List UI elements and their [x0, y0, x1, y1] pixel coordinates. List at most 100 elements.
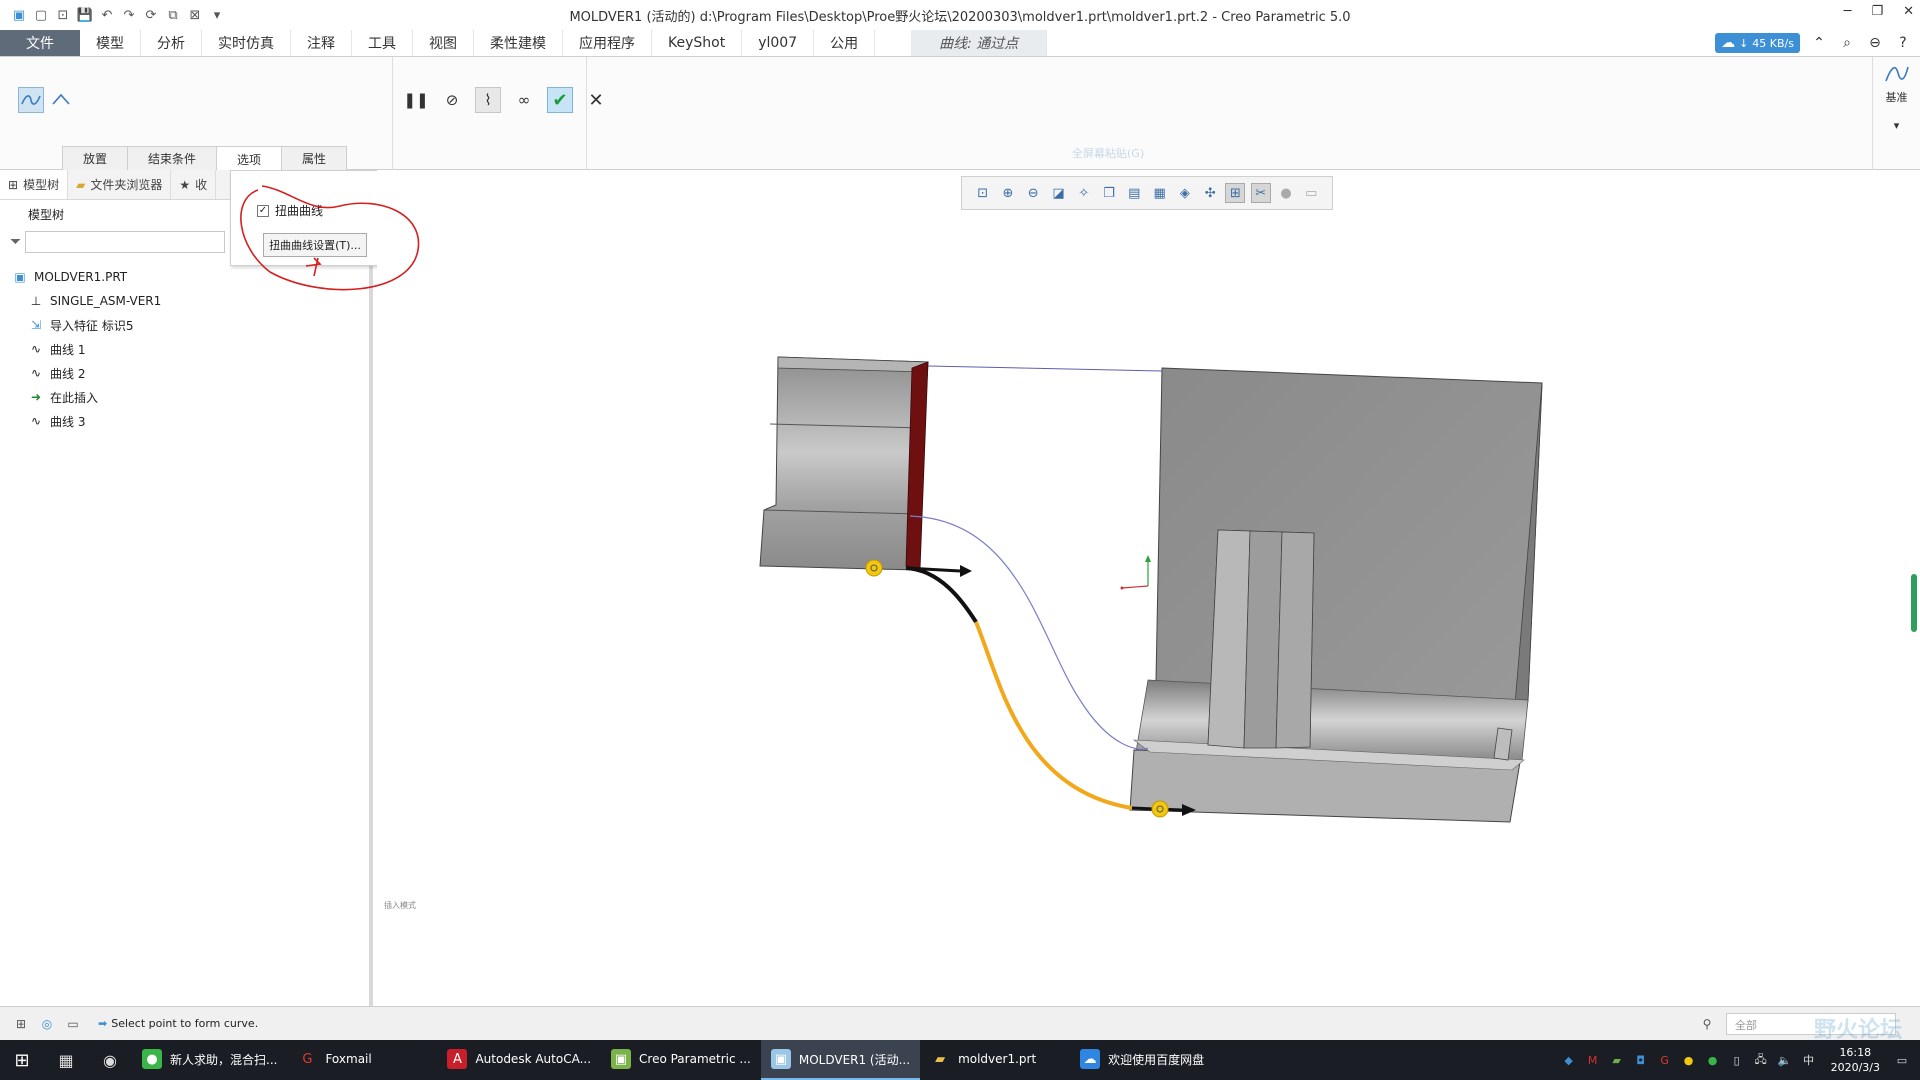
tray-green-app-icon[interactable]: ● — [1705, 1052, 1721, 1068]
datum-curve-icon[interactable] — [1884, 63, 1910, 85]
toggle-navigator-icon[interactable]: ⊞ — [12, 1015, 30, 1033]
perspective-icon[interactable]: ◈ — [1175, 183, 1195, 203]
open-file-icon[interactable]: ⊡ — [54, 6, 72, 24]
filter-icon[interactable]: ⏷ — [10, 234, 21, 250]
network-speed-badge[interactable]: ☁ ↓ 45 KB/s — [1715, 33, 1800, 53]
saved-views-icon[interactable]: ❒ — [1099, 183, 1119, 203]
tree-item-curve-2[interactable]: ∿ 曲线 2 — [0, 361, 369, 385]
tray-volume-icon[interactable]: 🔈 — [1777, 1052, 1793, 1068]
display-style-icon[interactable]: ▦ — [1150, 183, 1170, 203]
tree-item-import-feature[interactable]: ⇲ 导入特征 标识5 — [0, 313, 369, 337]
verify-preview-icon[interactable]: ⌇ — [475, 87, 501, 113]
warp-curve-settings-button[interactable]: 扭曲曲线设置(T)... — [263, 233, 367, 257]
taskbar-app-folder[interactable]: ▰ moldver1.prt — [920, 1040, 1070, 1080]
tray-foxmail-icon[interactable]: G — [1657, 1052, 1673, 1068]
redo-icon[interactable]: ↷ — [120, 6, 138, 24]
spline-curve-button[interactable] — [18, 87, 44, 113]
spin-display-icon[interactable]: ● — [1276, 183, 1296, 203]
refit-icon[interactable]: ⊡ — [973, 183, 993, 203]
tab-live-simulation[interactable]: 实时仿真 — [202, 30, 291, 56]
taskbar-app-moldver1[interactable]: ▣ MOLDVER1 (活动... — [760, 1040, 921, 1080]
tab-flexible-modeling[interactable]: 柔性建模 — [474, 30, 563, 56]
nav-tab-model-tree[interactable]: ⊞ 模型树 — [0, 170, 69, 199]
taskbar-app-foxmail[interactable]: G Foxmail — [287, 1040, 437, 1080]
straight-curve-button[interactable] — [48, 87, 74, 113]
annotation-display-icon[interactable]: ⊞ — [1225, 183, 1246, 203]
repaint-icon[interactable]: ◪ — [1048, 183, 1068, 203]
tab-curve-through-points[interactable]: 曲线: 通过点 — [911, 30, 1048, 56]
tray-battery-icon[interactable]: ▯ — [1729, 1052, 1745, 1068]
tab-tools[interactable]: 工具 — [352, 30, 413, 56]
customize-qa-icon[interactable]: ▾ — [208, 6, 226, 24]
graphics-window[interactable] — [377, 170, 1920, 1006]
tree-item-root-part[interactable]: ▣ MOLDVER1.PRT — [0, 265, 369, 289]
tab-file[interactable]: 文件 — [0, 30, 80, 56]
tree-item-insert-here[interactable]: ➜ 在此插入 — [0, 385, 369, 409]
datum-dropdown-icon[interactable]: ▾ — [1894, 119, 1900, 132]
calculator-icon[interactable]: ▦ — [44, 1040, 88, 1080]
taskbar-app-creo[interactable]: ▣ Creo Parametric ... — [601, 1040, 761, 1080]
taskbar-app-autocad[interactable]: A Autodesk AutoCA... — [437, 1040, 601, 1080]
tray-network-icon[interactable]: 🖧 — [1753, 1052, 1769, 1068]
glasses-preview-icon[interactable]: ∞ — [511, 87, 537, 113]
no-preview-icon[interactable]: ⊘ — [439, 87, 465, 113]
subtab-placement[interactable]: 放置 — [62, 146, 129, 170]
new-file-icon[interactable]: ▢ — [32, 6, 50, 24]
tree-item-coordinate-system[interactable]: ⊥ SINGLE_ASM-VER1 — [0, 289, 369, 313]
zoom-in-icon[interactable]: ⊕ — [998, 183, 1018, 203]
tab-view[interactable]: 视图 — [413, 30, 474, 56]
notification-center-icon[interactable]: ▭ — [1894, 1052, 1910, 1068]
tree-item-curve-1[interactable]: ∿ 曲线 1 — [0, 337, 369, 361]
browser-toggle-icon[interactable]: ◎ — [38, 1015, 56, 1033]
tray-network-app-icon[interactable]: ◘ — [1633, 1052, 1649, 1068]
subtab-properties[interactable]: 属性 — [281, 146, 348, 170]
pause-icon[interactable]: ❚❚ — [403, 87, 429, 113]
close-icon[interactable]: ✕ — [1903, 4, 1914, 19]
taskbar-app-browser[interactable]: ● 新人求助，混合扫... — [132, 1040, 287, 1080]
cancel-x-button[interactable]: ✕ — [583, 87, 609, 113]
point-display-icon[interactable]: ✂ — [1250, 183, 1271, 203]
tab-yl007[interactable]: yl007 — [742, 30, 815, 56]
tray-nvidia-icon[interactable]: ▰ — [1609, 1052, 1625, 1068]
tree-item-curve-3[interactable]: ∿ 曲线 3 — [0, 409, 369, 433]
subtab-end-condition[interactable]: 结束条件 — [127, 146, 218, 170]
spin-center-icon[interactable]: ✧ — [1074, 183, 1094, 203]
find-icon[interactable]: ⚲ — [1698, 1015, 1716, 1033]
full-screen-icon[interactable]: ▭ — [64, 1015, 82, 1033]
taskbar-clock[interactable]: 16:18 2020/3/3 — [1831, 1045, 1880, 1075]
tab-analysis[interactable]: 分析 — [141, 30, 202, 56]
tray-yellow-app-icon[interactable]: ● — [1681, 1052, 1697, 1068]
regenerate-icon[interactable]: ⟳ — [142, 6, 160, 24]
appearance-icon[interactable]: ▭ — [1301, 183, 1321, 203]
window-switch-icon[interactable]: ⧉ — [164, 6, 182, 24]
undo-icon[interactable]: ↶ — [98, 6, 116, 24]
windows-start-icon[interactable]: ⊞ — [0, 1040, 44, 1080]
save-icon[interactable]: 💾 — [76, 6, 94, 24]
zoom-out-icon[interactable]: ⊖ — [1023, 183, 1043, 203]
restore-icon[interactable]: ❐ — [1871, 4, 1883, 19]
tab-common[interactable]: 公用 — [814, 30, 876, 56]
subtab-options[interactable]: 选项 — [216, 146, 283, 171]
tab-keyshot[interactable]: KeyShot — [652, 30, 743, 56]
tab-model[interactable]: 模型 — [80, 30, 141, 56]
pinned-app-icon[interactable]: ◉ — [88, 1040, 132, 1080]
collapse-ribbon-icon[interactable]: ⌃ — [1810, 34, 1828, 52]
creo-app-icon[interactable]: ▣ — [10, 6, 28, 24]
nav-tab-folder-browser[interactable]: ▰ 文件夹浏览器 — [68, 170, 172, 199]
tray-mcafee-icon[interactable]: M — [1585, 1052, 1601, 1068]
tray-cube-icon[interactable]: ◆ — [1561, 1052, 1577, 1068]
nav-tab-favorites[interactable]: ★ 收 — [171, 170, 217, 199]
tab-applications[interactable]: 应用程序 — [563, 30, 652, 56]
view-manager-icon[interactable]: ▤ — [1124, 183, 1144, 203]
minimize-icon[interactable]: ─ — [1844, 4, 1852, 19]
ok-checkmark-button[interactable]: ✔ — [547, 87, 573, 113]
taskbar-app-baidu-netdisk[interactable]: ☁ 欢迎使用百度网盘 — [1070, 1040, 1220, 1080]
warp-curve-checkbox[interactable]: ✓ 扭曲曲线 — [257, 202, 323, 219]
datum-display-icon[interactable]: ✣ — [1200, 183, 1220, 203]
tab-annotate[interactable]: 注释 — [291, 30, 352, 56]
ime-indicator[interactable]: 中 — [1801, 1052, 1817, 1068]
close-window-icon[interactable]: ⊠ — [186, 6, 204, 24]
community-icon[interactable]: ⊖ — [1866, 34, 1884, 52]
tree-search-input[interactable] — [25, 231, 226, 253]
scroll-grip[interactable] — [1911, 574, 1917, 632]
